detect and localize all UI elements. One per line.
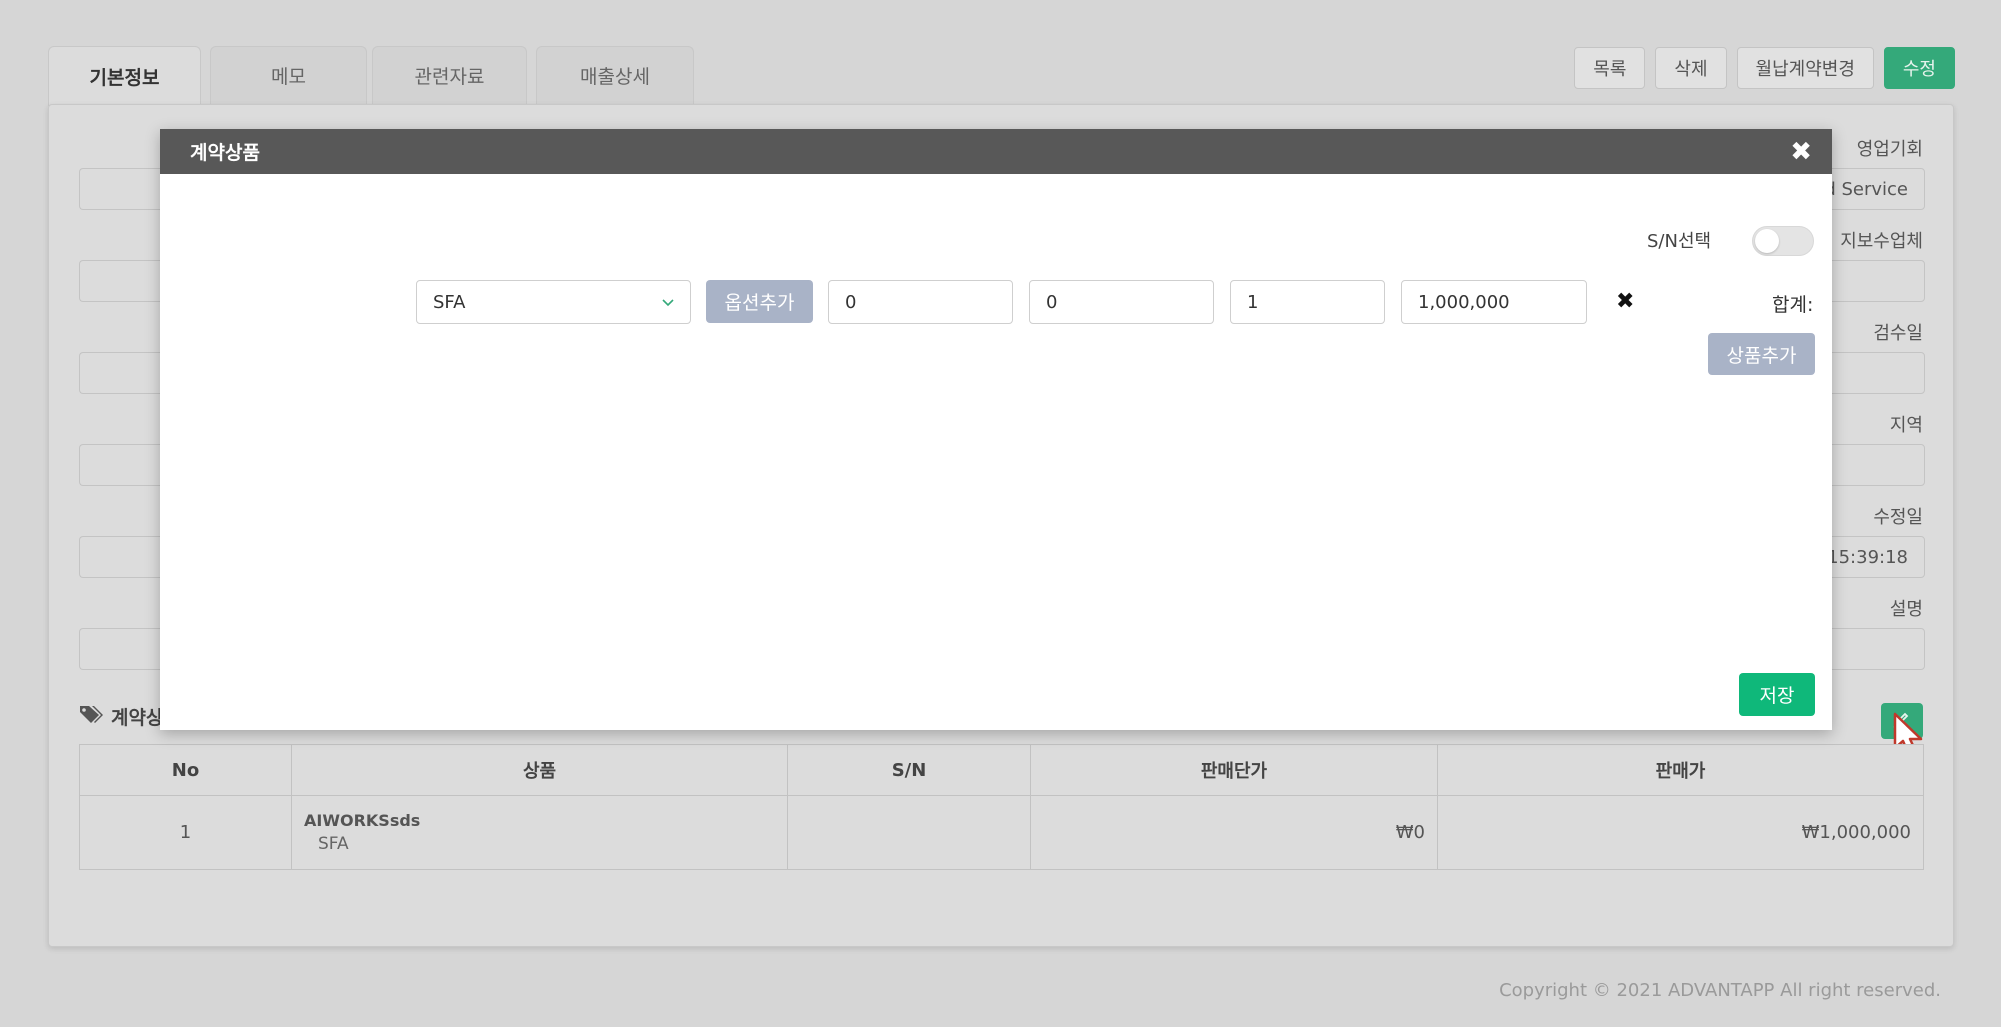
quantity-input[interactable]: 1 [1230, 280, 1385, 324]
add-product-button[interactable]: 상품추가 [1708, 333, 1815, 375]
header-no: No [79, 744, 292, 796]
contract-products-table: No 상품 S/N 판매단가 판매가 1 AIWORKSsds SFA ₩0 ₩… [79, 744, 1924, 870]
chevron-down-icon [660, 294, 676, 315]
header-unit-price: 판매단가 [1030, 744, 1438, 796]
product-select-value: SFA [433, 291, 466, 313]
close-icon[interactable]: ✖ [1790, 139, 1812, 165]
cell-price: ₩1,000,000 [1437, 795, 1924, 870]
table-row[interactable]: 1 AIWORKSsds SFA ₩0 ₩1,000,000 [79, 795, 1924, 870]
modified-date-label: 수정일 [1873, 507, 1923, 528]
sn-input[interactable]: 0 [1029, 280, 1214, 324]
cell-sn [787, 795, 1031, 870]
product-sub-name: SFA [318, 834, 349, 854]
remove-icon[interactable]: ✖ [1616, 289, 1634, 314]
list-button[interactable]: 목록 [1574, 47, 1646, 89]
tab-related-files[interactable]: 관련자료 [372, 46, 527, 104]
modal-title: 계약상품 [190, 142, 260, 164]
tab-memo[interactable]: 메모 [210, 46, 367, 104]
opportunity-label: 영업기회 [1856, 139, 1923, 160]
header-sn: S/N [787, 744, 1031, 796]
header-price: 판매가 [1437, 744, 1924, 796]
header-product: 상품 [291, 744, 788, 796]
option-input[interactable]: 0 [828, 280, 1013, 324]
tab-sales-detail[interactable]: 매출상세 [536, 46, 694, 104]
monthly-contract-change-button[interactable]: 월납계약변경 [1736, 47, 1874, 89]
cell-no: 1 [79, 795, 292, 870]
inspection-date-label: 검수일 [1873, 323, 1923, 344]
cell-unit-price: ₩0 [1030, 795, 1438, 870]
cell-product: AIWORKSsds SFA [291, 795, 788, 870]
tags-icon [79, 704, 103, 729]
modal-header: 계약상품 ✖ [160, 129, 1832, 174]
price-input[interactable]: 1,000,000 [1401, 280, 1587, 324]
tab-basic-info[interactable]: 기본정보 [48, 46, 201, 106]
copyright-footer: Copyright © 2021 ADVANTAPP All right res… [1499, 980, 1941, 1001]
section-title-text: 계약상 [111, 707, 164, 729]
delete-button[interactable]: 삭제 [1655, 47, 1727, 89]
action-buttons: 목록 삭제 월납계약변경 수정 [1574, 47, 1955, 89]
sum-label: 합계: [1772, 294, 1814, 316]
save-button[interactable]: 저장 [1739, 673, 1815, 716]
product-select[interactable]: SFA [416, 280, 691, 324]
product-main-name: AIWORKSsds [304, 811, 421, 830]
toggle-knob [1755, 229, 1779, 253]
contract-products-section-title: 계약상 [79, 703, 163, 730]
edit-button[interactable]: 수정 [1883, 47, 1955, 89]
description-label: 설명 [1889, 599, 1923, 620]
contract-product-modal: 계약상품 ✖ S/N선택 SFA 옵션추가 0 0 1 1,000,000 ✖ … [160, 129, 1832, 730]
table-header-row: No 상품 S/N 판매단가 판매가 [79, 744, 1924, 796]
sn-select-label: S/N선택 [1647, 231, 1712, 252]
region-label: 지역 [1889, 415, 1923, 436]
sn-toggle[interactable] [1752, 226, 1814, 256]
maintenance-label: 지보수업체 [1840, 231, 1923, 252]
add-option-button[interactable]: 옵션추가 [706, 280, 813, 323]
